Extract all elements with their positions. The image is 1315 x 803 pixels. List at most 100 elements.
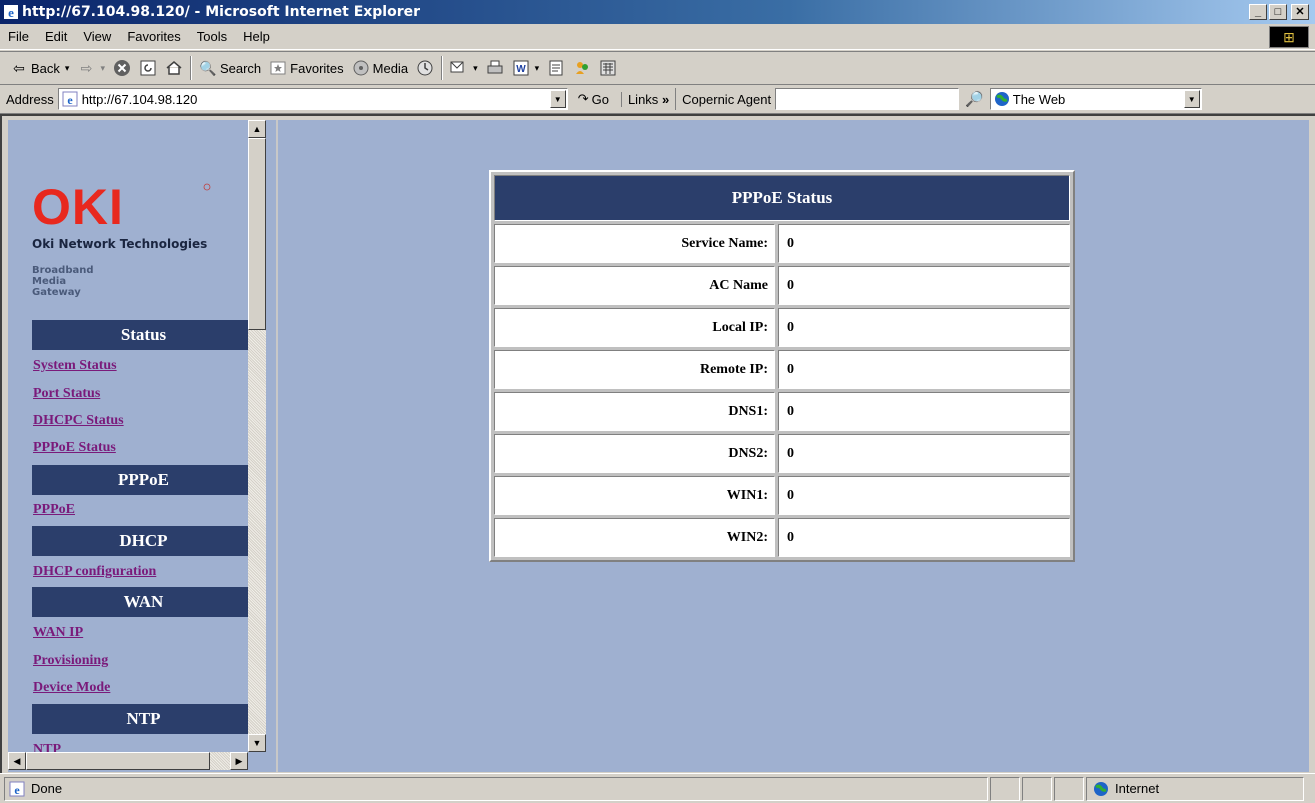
mail-icon (450, 61, 464, 73)
copernic-search-input[interactable] (775, 88, 960, 110)
svg-text:W: W (516, 64, 526, 75)
status-main: e Done (4, 776, 988, 801)
menu-edit[interactable]: Edit (37, 29, 75, 44)
nav-link-port-status[interactable]: Port Status (33, 386, 100, 402)
extra-toolbar-button[interactable] (595, 55, 621, 81)
scroll-left-button[interactable]: ◀ (8, 752, 26, 770)
toolbar-separator (441, 56, 444, 80)
history-icon (417, 60, 433, 76)
nav-link-pppoe-status[interactable]: PPPoE Status (33, 440, 116, 456)
oki-logo: OKI (32, 182, 211, 226)
scroll-right-button[interactable]: ▶ (230, 752, 248, 770)
row-value: 0 (778, 308, 1070, 347)
address-dropdown-button[interactable]: ▼ (549, 90, 566, 108)
search-scope-select[interactable]: The Web ▼ (989, 88, 1202, 110)
row-value: 0 (778, 350, 1070, 389)
nav-link-provisioning[interactable]: Provisioning (33, 653, 108, 669)
history-button[interactable] (412, 55, 438, 81)
nav-heading-wan: WAN (32, 587, 248, 617)
product-line: Broadband Media Gateway (32, 265, 94, 298)
scroll-thumb[interactable] (248, 138, 266, 330)
back-button[interactable]: ⇦ Back ▾ (6, 55, 73, 81)
go-button[interactable]: ↷ Go (578, 91, 609, 107)
pppoe-status-table: PPPoE Status Service Name: 0 AC Name 0 L… (489, 170, 1075, 562)
nav-link-pppoe[interactable]: PPPoE (33, 502, 75, 518)
search-scope-value: The Web (1012, 91, 1066, 107)
row-value: 0 (778, 434, 1070, 473)
menu-view[interactable]: View (75, 29, 119, 44)
home-button[interactable] (161, 55, 187, 81)
nav-link-ntp[interactable]: NTP (33, 742, 61, 752)
menu-file[interactable]: File (0, 29, 37, 44)
edit-button[interactable]: W ▾ (508, 55, 544, 81)
ie-icon: e (4, 5, 18, 20)
row-label: WIN2: (494, 518, 775, 557)
page-done-icon: e (9, 781, 25, 797)
media-icon (353, 60, 369, 76)
row-value: 0 (778, 392, 1070, 431)
scroll-down-button[interactable]: ▼ (248, 734, 266, 752)
table-row: Local IP: 0 (494, 308, 1070, 347)
copernic-label: Copernic Agent (682, 91, 772, 107)
minimize-button[interactable]: _ (1249, 4, 1267, 20)
nav-link-device-mode[interactable]: Device Mode (33, 680, 110, 696)
nav-link-system-status[interactable]: System Status (33, 358, 117, 374)
media-button[interactable]: Media (348, 55, 412, 81)
nav-link-dhcpc-status[interactable]: DHCPC Status (33, 413, 124, 429)
search-scope-dropdown-button[interactable]: ▼ (1183, 90, 1200, 108)
print-button[interactable] (482, 55, 508, 81)
row-label: AC Name (494, 266, 775, 305)
go-label: Go (591, 91, 609, 107)
menu-tools[interactable]: Tools (189, 29, 235, 44)
printer-icon (487, 60, 503, 74)
chevron-down-icon: ▾ (473, 62, 478, 73)
window-title: http://67.104.98.120/ - Microsoft Intern… (22, 4, 421, 20)
globe-icon (994, 92, 1009, 106)
messenger-button[interactable] (569, 55, 595, 81)
product-line-3: Gateway (32, 287, 81, 298)
globe-icon (1094, 781, 1108, 796)
company-name: Oki Network Technologies (32, 237, 208, 251)
search-label: Search (219, 60, 262, 76)
stop-icon (113, 60, 130, 76)
forward-button[interactable]: ⇨ ▾ (73, 55, 109, 81)
nav-heading-pppoe: PPPoE (32, 465, 248, 495)
search-button[interactable]: 🔍 Search (195, 55, 265, 81)
menu-bar: File Edit View Favorites Tools Help ⊞ (0, 24, 1315, 50)
media-label: Media (372, 60, 409, 76)
scroll-thumb-horizontal[interactable] (26, 752, 210, 770)
links-button[interactable]: Links » (620, 91, 669, 107)
toolbar: ⇦ Back ▾ ⇨ ▾ 🔍 Search Favorites Media ▾ … (0, 51, 1315, 85)
messenger-icon (576, 62, 589, 74)
refresh-button[interactable] (135, 55, 161, 81)
discuss-button[interactable] (543, 55, 569, 81)
stop-button[interactable] (109, 55, 135, 81)
row-label: Service Name: (494, 224, 775, 263)
go-arrow-icon: ↷ (577, 91, 589, 106)
refresh-icon (140, 60, 156, 76)
table-row: WIN2: 0 (494, 518, 1070, 557)
left-vertical-scrollbar[interactable]: ▲ ▼ (248, 120, 266, 752)
word-icon: W (513, 60, 529, 76)
favorites-icon (270, 61, 286, 75)
copernic-search-icon[interactable]: 🔎 (965, 90, 984, 108)
address-input[interactable]: e http://67.104.98.120 ▼ (57, 88, 568, 110)
left-horizontal-scrollbar[interactable]: ◀ ▶ (8, 752, 248, 770)
close-button[interactable]: ✕ (1291, 4, 1309, 20)
scroll-up-button[interactable]: ▲ (248, 120, 266, 138)
menu-favorites[interactable]: Favorites (119, 29, 188, 44)
row-value: 0 (778, 518, 1070, 557)
chevron-down-icon: ▾ (64, 62, 70, 73)
row-label: Local IP: (494, 308, 775, 347)
mail-button[interactable]: ▾ (446, 55, 482, 81)
table-row: AC Name 0 (494, 266, 1070, 305)
favorites-button[interactable]: Favorites (265, 55, 347, 81)
maximize-button[interactable]: □ (1269, 4, 1287, 20)
menu-help[interactable]: Help (235, 29, 278, 44)
nav-link-dhcp-configuration[interactable]: DHCP configuration (33, 564, 156, 580)
status-bar: e Done Internet (0, 773, 1315, 803)
address-label: Address (6, 91, 54, 107)
zone-label: Internet (1115, 781, 1160, 796)
forward-arrow-icon: ⇨ (80, 59, 93, 76)
nav-link-wan-ip[interactable]: WAN IP (33, 625, 83, 641)
